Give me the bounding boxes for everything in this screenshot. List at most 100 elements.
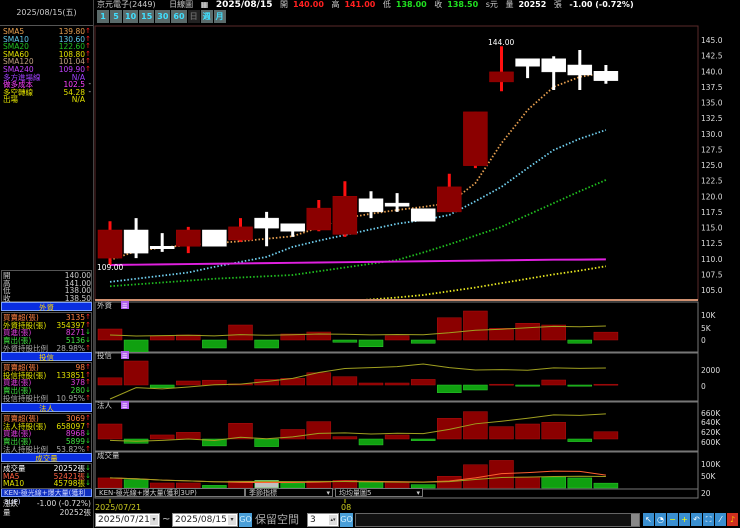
bar (463, 384, 488, 391)
sub-panel-frame (94, 401, 699, 452)
axis-label: 0 (701, 382, 706, 391)
price-axis-label: 142.5 (701, 52, 723, 61)
candle-up (489, 71, 514, 83)
bar (593, 331, 619, 341)
axis-label: 660K (701, 409, 721, 418)
to-date-input[interactable]: 2025/08/15 ▾ (172, 513, 238, 527)
list-icon-glyph: ☰ (122, 403, 127, 410)
candle-down (358, 198, 384, 213)
sub-panel-2 (97, 411, 619, 447)
bar (489, 460, 514, 489)
price-axis-label: 137.5 (701, 83, 723, 92)
sub-panel-3 (97, 460, 619, 489)
axis-label: 2000 (701, 366, 720, 375)
axis-label: 620K (701, 428, 721, 437)
season-select[interactable]: 季節指標 ▾ (245, 488, 333, 497)
candle-down (515, 58, 540, 67)
bar (306, 331, 332, 341)
draw-line-icon[interactable]: ⁄ (715, 513, 726, 526)
bar (97, 328, 123, 341)
bar (567, 477, 593, 489)
fit-icon[interactable]: ⛶ (703, 513, 714, 526)
candle-up (176, 229, 201, 247)
bar (332, 376, 358, 386)
bar (410, 379, 436, 386)
price-axis-label: 107.5 (701, 270, 723, 279)
dropdown-icon[interactable]: ▾ (150, 515, 158, 525)
sub-panel-frame (94, 301, 699, 353)
candle-down (593, 71, 619, 81)
axis-label: 100K (701, 460, 721, 469)
volume-ma-select[interactable]: 均均量圖5 ▾ (335, 488, 423, 497)
bar (97, 423, 123, 440)
bar (410, 339, 436, 344)
pointer-icon[interactable]: ↖ (643, 513, 654, 526)
chevron-down-icon: ▾ (326, 489, 330, 497)
bar (515, 423, 540, 440)
go-date-button[interactable]: GO (239, 513, 252, 527)
zoom-out-icon[interactable]: − (667, 513, 678, 526)
bar (593, 383, 619, 386)
price-axis-label: 115.0 (701, 224, 723, 233)
axis-label: 10K (701, 311, 717, 320)
bar (593, 431, 619, 440)
chart-toolbar: ↖ ◔ − + ↶ ⛶ ⁄ ♪ (643, 513, 738, 527)
zoom-in-icon[interactable]: + (679, 513, 690, 526)
clock-icon[interactable]: ◔ (655, 513, 666, 526)
alert-bell-icon[interactable]: ♪ (727, 513, 738, 526)
bar (332, 436, 358, 440)
from-date-input[interactable]: 2025/07/21 ▾ (95, 513, 160, 527)
bar (384, 382, 410, 386)
to-date-value: 2025/08/15 (175, 515, 227, 525)
list-icon-glyph: ☰ (122, 303, 127, 310)
spinner-icon[interactable]: ▴▾ (329, 515, 337, 525)
bar (358, 382, 384, 386)
price-axis-label: 112.5 (701, 239, 723, 248)
dropdown-icon[interactable]: ▾ (228, 515, 236, 525)
candle-down (254, 217, 279, 229)
season-select-value: 季節指標 (249, 489, 277, 497)
bar (97, 477, 123, 489)
panel-title: 投信 (97, 350, 112, 360)
bar (437, 317, 462, 341)
candle-down (123, 229, 149, 254)
indicator-select[interactable]: KEN-極光線+爆大量(獲利3UP) (95, 488, 245, 497)
candle-down (567, 64, 593, 76)
bar (541, 422, 566, 440)
reserve-space-label: 保留空間 (255, 513, 299, 526)
sub-panel-1 (97, 360, 619, 400)
reset-icon[interactable]: ↶ (691, 513, 702, 526)
sub-panel-0 (97, 310, 619, 352)
bar (489, 426, 514, 440)
candle-down (541, 58, 566, 73)
panel-title: 外資 (97, 300, 112, 310)
bar (228, 423, 253, 440)
price-axis-label: 145.0 (701, 36, 723, 45)
bar (228, 324, 253, 341)
stock-chart[interactable]: 20 145.0 142.5 140.0 137.5 135.0 132.5 130.0 127… (0, 0, 740, 528)
bar (254, 438, 279, 447)
axis-label: 640K (701, 418, 721, 427)
list-icon-glyph: ☰ (122, 353, 127, 360)
reserve-space-stepper[interactable]: 3 ▴▾ (307, 513, 339, 527)
candle-up (332, 196, 358, 235)
price-axis-label: 110.0 (701, 255, 723, 264)
low-price-label: 109.00 (97, 263, 123, 272)
bar (358, 438, 384, 446)
bar (306, 421, 332, 440)
bar (541, 379, 566, 386)
volume-ma-select-value: 均均量圖5 (339, 489, 372, 497)
price-axis-label: 135.0 (701, 99, 723, 108)
horizontal-scrollbar[interactable] (355, 513, 640, 527)
candle-up (437, 186, 462, 213)
scrollbar-thumb[interactable] (631, 514, 639, 526)
go-reserve-button[interactable]: GO (340, 513, 353, 527)
panel-title: 成交量 (97, 450, 120, 460)
reserve-space-value: 3 (310, 515, 316, 525)
bar (149, 434, 175, 440)
bar (437, 384, 462, 393)
price-axis-label: 140.0 (701, 67, 723, 76)
bar (567, 384, 593, 387)
bar (123, 479, 149, 489)
price-plot (97, 46, 619, 299)
